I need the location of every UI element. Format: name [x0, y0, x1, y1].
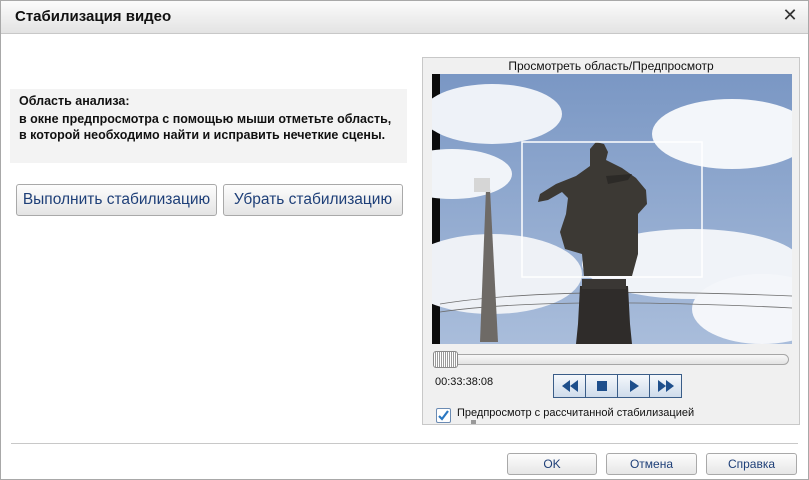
footer-divider	[11, 443, 798, 444]
stabilization-dialog: Стабилизация видео ✕ Область анализа: в …	[0, 0, 809, 480]
transport-controls	[553, 374, 685, 398]
fast-forward-icon	[657, 380, 674, 392]
analysis-description: в окне предпросмотра с помощью мыши отме…	[19, 112, 392, 142]
play-icon	[629, 380, 639, 392]
ok-button[interactable]: OK	[507, 453, 597, 475]
video-frame-image	[432, 74, 792, 344]
stabilized-preview-label: Предпросмотр с рассчитанной стабилизацие…	[457, 407, 695, 419]
window-title: Стабилизация видео	[15, 8, 172, 25]
rewind-icon	[561, 380, 578, 392]
clipped-label-fragment	[457, 420, 487, 425]
analysis-title: Область анализа:	[19, 94, 130, 108]
play-button[interactable]	[617, 374, 650, 398]
preview-label: Просмотреть область/Предпросмотр	[508, 59, 714, 73]
slider-thumb[interactable]	[433, 351, 458, 368]
cancel-button[interactable]: Отмена	[606, 453, 697, 475]
close-icon[interactable]: ✕	[780, 5, 800, 25]
stop-icon	[596, 381, 607, 391]
stop-button[interactable]	[585, 374, 618, 398]
remove-stabilization-button[interactable]: Убрать стабилизацию	[223, 184, 403, 216]
checkmark-icon	[438, 410, 449, 421]
video-preview[interactable]	[432, 74, 792, 344]
position-slider[interactable]	[434, 354, 789, 365]
timecode: 00:33:38:08	[435, 376, 494, 388]
stabilize-button[interactable]: Выполнить стабилизацию	[16, 184, 217, 216]
help-button[interactable]: Справка	[706, 453, 797, 475]
title-bar: Стабилизация видео ✕	[1, 1, 808, 34]
rewind-button[interactable]	[553, 374, 586, 398]
stabilized-preview-checkbox[interactable]	[436, 408, 451, 423]
fast-forward-button[interactable]	[649, 374, 682, 398]
